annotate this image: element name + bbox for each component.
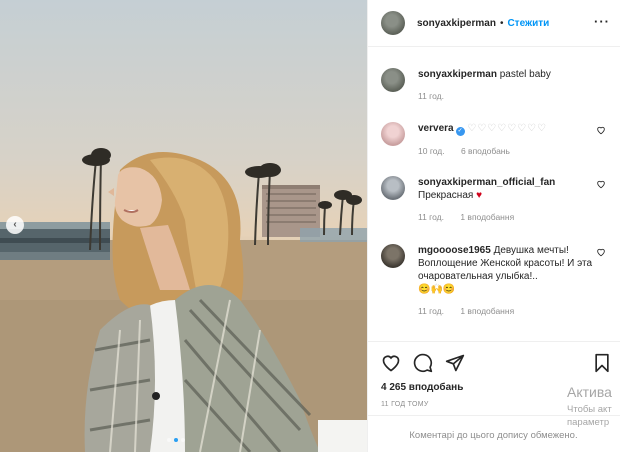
list-item: mgoooose1965 Девушка мечты! Воплощение Ж…: [381, 244, 606, 318]
like-comment-heart-icon[interactable]: [596, 179, 606, 189]
more-options-icon[interactable]: ···: [594, 14, 610, 29]
likes-count[interactable]: 4 265 вподобань: [381, 382, 463, 393]
comment-time[interactable]: 11 год.: [418, 212, 444, 222]
verified-badge-icon: ✓: [455, 127, 465, 136]
list-item: sonyaxkiperman_official_fan Прекрасная ♥…: [381, 176, 606, 224]
save-bookmark-icon[interactable]: [592, 353, 612, 373]
post-timestamp[interactable]: 11 ГОД ТОМУ: [381, 401, 429, 408]
header-separator: •: [499, 17, 504, 29]
comment-time[interactable]: 11 год.: [418, 306, 444, 316]
activation-line-1: Чтобы акт: [567, 404, 612, 415]
avatar[interactable]: [381, 11, 405, 35]
comment-username[interactable]: mgoooose1965: [418, 245, 491, 256]
beach-photo-illustration: [0, 148, 367, 452]
like-comment-heart-icon[interactable]: [596, 125, 606, 135]
comment-text: ♡♡♡♡♡♡♡♡: [467, 123, 548, 134]
activation-line-2: параметр: [567, 417, 610, 428]
like-heart-icon[interactable]: [381, 353, 401, 373]
carousel-dot: [167, 438, 171, 442]
author-username[interactable]: sonyaxkiperman: [417, 18, 496, 29]
share-paper-plane-icon[interactable]: [445, 353, 465, 373]
caption-comment: sonyaxkiperman pastel baby 11 год.: [381, 68, 606, 103]
avatar[interactable]: [381, 122, 405, 146]
comment-username[interactable]: sonyaxkiperman: [418, 69, 497, 80]
activation-title: Актива: [567, 384, 612, 400]
post-photo[interactable]: ‹: [0, 0, 367, 452]
avatar[interactable]: [381, 244, 405, 268]
follow-button[interactable]: Стежити: [507, 18, 549, 29]
avatar[interactable]: [381, 68, 405, 92]
comment-likes[interactable]: 6 вподобань: [461, 146, 510, 156]
carousel-indicator: [167, 438, 185, 442]
windows-activation-watermark: Актива Чтобы акт параметр: [567, 384, 612, 428]
post-header: sonyaxkiperman • Стежити ···: [368, 0, 620, 47]
comment-emoji: ♥: [476, 190, 483, 201]
comment-time[interactable]: 11 год.: [418, 91, 444, 101]
carousel-dot-active: [174, 438, 178, 442]
comment-text: pastel baby: [499, 69, 551, 80]
comment-time[interactable]: 10 год.: [418, 146, 445, 156]
comment-bubble-icon[interactable]: [413, 353, 433, 373]
avatar[interactable]: [381, 176, 405, 200]
comments-list[interactable]: sonyaxkiperman pastel baby 11 год. verve…: [368, 48, 620, 340]
comment-likes[interactable]: 1 вподобання: [460, 212, 514, 222]
comment-text: Прекрасная: [418, 190, 474, 201]
comment-likes[interactable]: 1 вподобання: [460, 306, 514, 316]
carousel-dot: [181, 438, 185, 442]
comment-username[interactable]: ververa: [418, 123, 454, 134]
previous-slide-button[interactable]: ‹: [6, 216, 24, 234]
comment-emoji: 😊🙌😊: [418, 284, 456, 295]
like-comment-heart-icon[interactable]: [596, 247, 606, 257]
list-item: ververa ✓ ♡♡♡♡♡♡♡♡ 10 год. 6 вподобань: [381, 122, 606, 158]
comment-username[interactable]: sonyaxkiperman_official_fan: [418, 177, 555, 188]
